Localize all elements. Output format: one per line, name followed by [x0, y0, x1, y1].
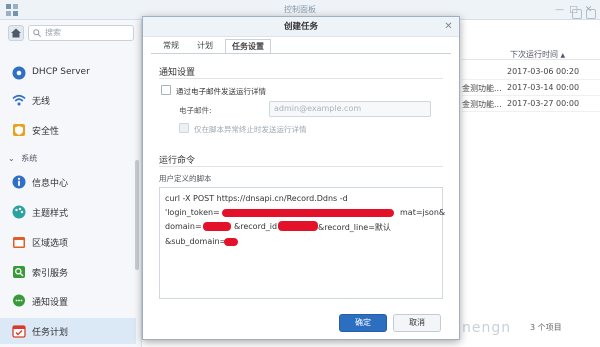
- email-label: 电子邮件:: [179, 106, 212, 115]
- sidebar-item-dhcp[interactable]: DHCP Server: [0, 60, 136, 86]
- command-section-title: 运行命令: [159, 156, 196, 166]
- task-icon: [12, 325, 26, 338]
- sidebar-item-label: DHCP Server: [32, 67, 90, 77]
- search-input[interactable]: 搜索: [28, 25, 134, 41]
- sidebar-item-label: 任务计划: [32, 328, 69, 338]
- tab-general[interactable]: 常规: [157, 39, 185, 54]
- shield-icon: [13, 124, 25, 136]
- script-line: 'login_token=: [165, 208, 220, 217]
- info-icon: [12, 175, 26, 189]
- watermark-logo: nengn: [462, 320, 512, 336]
- sidebar-item-indexing[interactable]: 索引服务: [0, 259, 136, 285]
- sidebar-item-label: 无线: [32, 97, 51, 107]
- home-button[interactable]: [8, 25, 24, 41]
- notify-section-title: 通知设置: [159, 68, 196, 78]
- sidebar: 搜索 DHCP Server 无线 安全性 ⌄ 系统 信息中心 主题样式 区域选…: [0, 20, 142, 347]
- calendar-icon: [13, 237, 25, 248]
- script-line: mat=json&: [400, 208, 446, 217]
- script-line: &record_line=默认: [318, 223, 391, 232]
- chat-icon: [13, 294, 25, 307]
- dhcp-icon: [12, 66, 26, 80]
- window-title: 控制面板: [284, 5, 316, 14]
- email-field[interactable]: admin@example.com: [269, 101, 431, 117]
- settings-icon[interactable]: [586, 9, 596, 19]
- script-textarea[interactable]: curl -X POST https://dnsapi.cn/Record.Dd…: [159, 187, 446, 299]
- sidebar-item-theme[interactable]: 主题样式: [0, 199, 136, 225]
- sidebar-item-label: 索引服务: [32, 269, 69, 279]
- sidebar-scrollbar[interactable]: [135, 160, 139, 270]
- ok-button[interactable]: 确定: [339, 314, 387, 332]
- script-line: curl -X POST https://dnsapi.cn/Record.Dd…: [165, 194, 348, 203]
- sidebar-item-regional[interactable]: 区域选项: [0, 229, 136, 255]
- abnormal-only-checkbox[interactable]: [179, 123, 189, 133]
- redaction-mark: [222, 209, 394, 217]
- sidebar-item-security[interactable]: 安全性: [0, 117, 136, 143]
- home-icon: [11, 28, 21, 38]
- sidebar-section-system[interactable]: ⌄ 系统: [8, 153, 37, 164]
- minimize-icon[interactable]: —: [555, 6, 564, 15]
- sidebar-item-wireless[interactable]: 无线: [0, 87, 136, 113]
- wifi-icon: [12, 94, 26, 106]
- grid-view-icon[interactable]: [572, 9, 582, 19]
- email-details-checkbox[interactable]: [161, 85, 171, 95]
- sidebar-item-label: 安全性: [32, 127, 60, 137]
- table-row[interactable]: 金测功能... 2017-03-14 00:00: [462, 80, 600, 96]
- tab-task-settings[interactable]: 任务设置: [225, 39, 271, 54]
- sidebar-item-notification[interactable]: 通知设置: [0, 288, 136, 314]
- close-icon[interactable]: ✕: [444, 22, 453, 32]
- search-placeholder: 搜索: [45, 28, 61, 37]
- section-label: 系统: [21, 154, 38, 163]
- redaction-mark: [203, 222, 231, 231]
- create-task-dialog: 创建任务 ✕ 常规 计划 任务设置 通知设置 通过电子邮件发送运行详情 电子邮件…: [142, 16, 460, 340]
- item-count: 3 个项目: [530, 323, 562, 332]
- sort-ascending-icon: ▲: [560, 52, 566, 59]
- chevron-down-icon: ⌄: [8, 154, 15, 163]
- sidebar-item-label: 信息中心: [32, 179, 69, 189]
- script-label: 用户定义的脚本: [159, 174, 212, 183]
- abnormal-only-label: 仅在脚本异常终止时发送运行详情: [194, 125, 307, 134]
- cancel-button[interactable]: 取消: [393, 314, 441, 332]
- table-header: 下次运行时间 ▲: [462, 47, 600, 60]
- column-next-run[interactable]: 下次运行时间 ▲: [510, 49, 565, 60]
- email-details-label: 通过电子邮件发送运行详情: [176, 87, 266, 96]
- section-divider: [159, 78, 443, 79]
- palette-icon: [12, 205, 26, 219]
- index-icon: [13, 266, 25, 278]
- redaction-mark: [224, 238, 238, 246]
- script-line: &record_id=: [234, 222, 284, 231]
- tab-schedule[interactable]: 计划: [191, 39, 219, 54]
- sidebar-item-task-scheduler[interactable]: 任务计划: [0, 318, 136, 344]
- sidebar-item-label: 区域选项: [32, 239, 69, 249]
- redaction-mark: [278, 221, 318, 231]
- script-line: domain=: [165, 222, 202, 231]
- search-icon: [33, 29, 41, 37]
- sidebar-item-label: 通知设置: [32, 298, 69, 308]
- tab-divider: [151, 53, 451, 54]
- script-line: &sub_domain=: [165, 237, 227, 246]
- section-divider: [159, 166, 443, 167]
- sidebar-item-label: 主题样式: [32, 209, 69, 219]
- table-row[interactable]: 2017-03-06 00:20: [462, 64, 600, 80]
- table-row[interactable]: 金测功能... 2017-03-27 00:00: [462, 96, 600, 112]
- dialog-title: 创建任务: [143, 17, 459, 37]
- sidebar-item-info-center[interactable]: 信息中心: [0, 169, 136, 195]
